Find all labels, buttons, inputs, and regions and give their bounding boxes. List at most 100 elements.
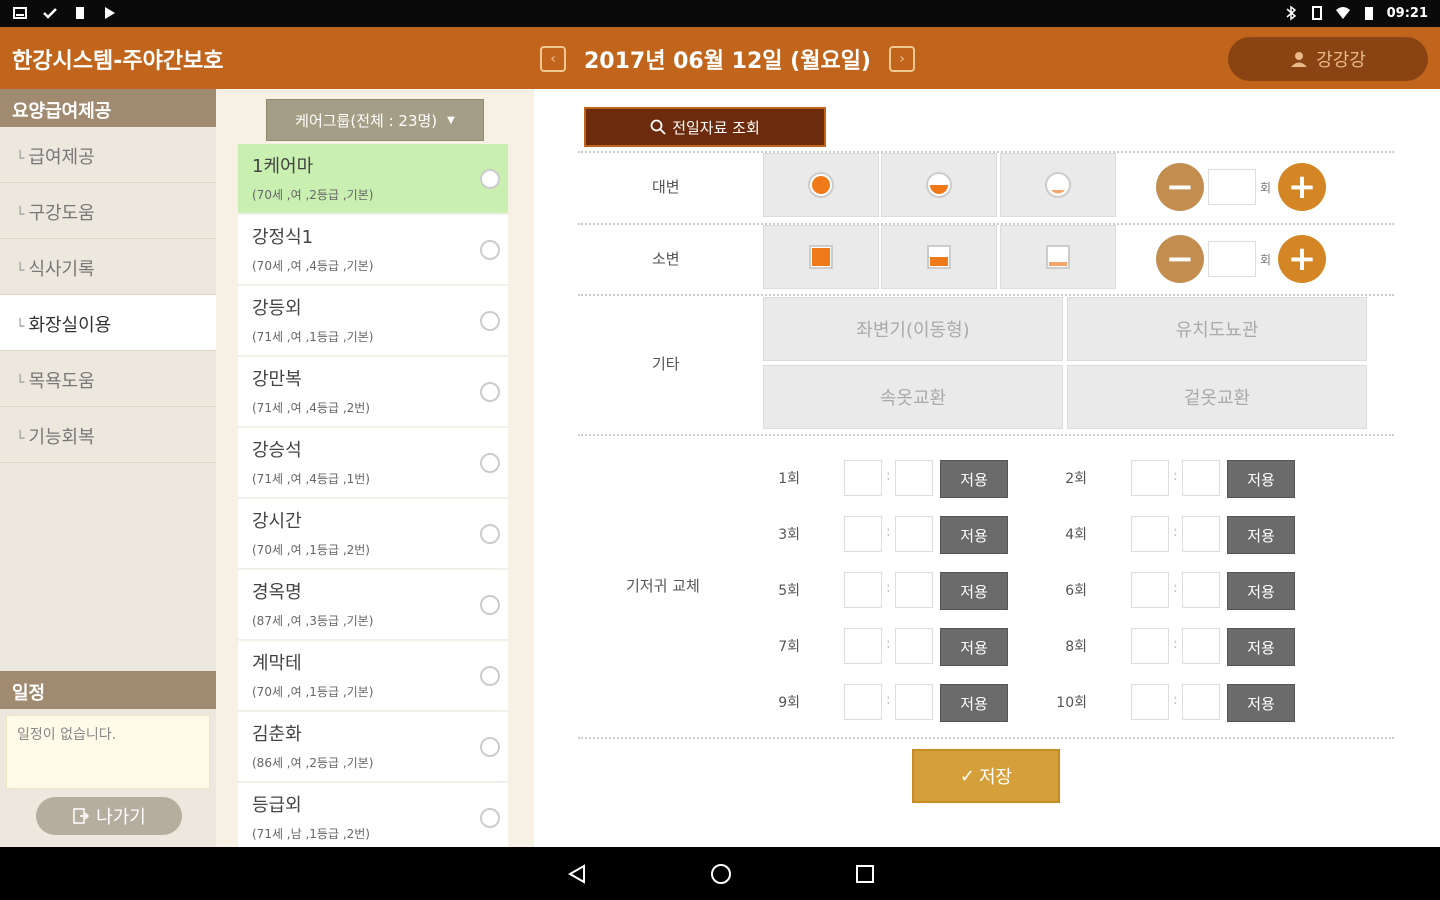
diaper-hour-input[interactable]	[844, 684, 882, 720]
select-radio-icon[interactable]	[480, 524, 500, 544]
select-radio-icon[interactable]	[480, 808, 500, 828]
diaper-apply-button[interactable]: 저용	[940, 684, 1008, 722]
diaper-minute-input[interactable]	[1182, 460, 1220, 496]
wifi-icon	[1335, 7, 1350, 19]
diaper-minute-input[interactable]	[1182, 572, 1220, 608]
care-info: (87세 ,여 ,3등급 ,기본)	[252, 614, 374, 628]
urine-minus-button[interactable]: −	[1156, 235, 1204, 283]
current-date: 2017년 06월 12일 (월요일)	[584, 49, 871, 74]
diaper-minute-input[interactable]	[1182, 628, 1220, 664]
select-radio-icon[interactable]	[480, 240, 500, 260]
diaper-hour-input[interactable]	[1131, 572, 1169, 608]
care-list-item[interactable]: 강정식1 (70세 ,여 ,4등급 ,기본)	[238, 215, 508, 285]
stool-full-option[interactable]	[763, 153, 879, 217]
diaper-minute-input[interactable]	[1182, 516, 1220, 552]
portable-toilet-option[interactable]: 좌변기(이동형)	[763, 297, 1063, 361]
diaper-minute-input[interactable]	[895, 516, 933, 552]
save-button[interactable]: ✓ 저장	[912, 749, 1060, 803]
user-button[interactable]: 강강강	[1228, 37, 1428, 81]
diaper-apply-button[interactable]: 저용	[1227, 572, 1295, 610]
diaper-minute-input[interactable]	[895, 572, 933, 608]
care-list-item[interactable]: 김춘화 (86세 ,여 ,2등급 ,기본)	[238, 712, 508, 782]
stool-minus-button[interactable]: −	[1156, 163, 1204, 211]
stool-count-input[interactable]	[1208, 169, 1256, 205]
diaper-slot-label: 1회	[778, 471, 800, 487]
care-list-item[interactable]: 등급외 (71세 ,남 ,1등급 ,2번)	[238, 783, 508, 847]
outerwear-change-option[interactable]: 겉옷교환	[1067, 365, 1367, 429]
urine-little-option[interactable]	[1000, 225, 1116, 289]
sd-card-icon	[76, 7, 84, 19]
schedule-title: 일정	[0, 671, 216, 709]
underwear-change-option[interactable]: 속옷교환	[763, 365, 1063, 429]
urine-half-option[interactable]	[881, 225, 997, 289]
stool-half-option[interactable]	[881, 153, 997, 217]
diaper-hour-input[interactable]	[1131, 516, 1169, 552]
diaper-minute-input[interactable]	[895, 460, 933, 496]
diaper-apply-button[interactable]: 저용	[940, 572, 1008, 610]
sidebar-item-oral-care[interactable]: └ 구강도움	[0, 183, 216, 239]
prev-date-button[interactable]: ‹	[540, 46, 566, 72]
diaper-hour-input[interactable]	[844, 516, 882, 552]
diaper-apply-button[interactable]: 저용	[1227, 460, 1295, 498]
time-separator: :	[886, 636, 891, 652]
care-name: 김춘화	[252, 724, 302, 745]
sidebar-item-recovery[interactable]: └ 기능회복	[0, 407, 216, 463]
diaper-minute-input[interactable]	[1182, 684, 1220, 720]
diaper-slot-label: 4회	[1065, 527, 1087, 543]
care-list-item[interactable]: 경옥명 (87세 ,여 ,3등급 ,기본)	[238, 570, 508, 640]
sidebar-item-toilet[interactable]: └ 화장실이용	[0, 295, 216, 351]
back-button[interactable]	[562, 859, 592, 889]
diaper-apply-button[interactable]: 저용	[1227, 516, 1295, 554]
select-radio-icon[interactable]	[480, 169, 500, 189]
care-name: 강정식1	[252, 227, 314, 248]
select-radio-icon[interactable]	[480, 737, 500, 757]
diaper-apply-button[interactable]: 저용	[940, 460, 1008, 498]
sidebar-item-benefit[interactable]: └ 급여제공	[0, 127, 216, 183]
care-list-item[interactable]: 강시간 (70세 ,여 ,1등급 ,2번)	[238, 499, 508, 569]
diaper-slot-label: 5회	[778, 583, 800, 599]
care-list: 케어그룹(전체 : 23명) ▼ 1케어마 (70세 ,여 ,2등급 ,기본) 강정…	[216, 89, 534, 847]
select-radio-icon[interactable]	[480, 311, 500, 331]
urine-full-icon	[809, 245, 833, 269]
diaper-apply-button[interactable]: 저용	[1227, 684, 1295, 722]
diaper-minute-input[interactable]	[895, 628, 933, 664]
care-list-item[interactable]: 강승석 (71세 ,여 ,4등급 ,1번)	[238, 428, 508, 498]
diaper-hour-input[interactable]	[1131, 628, 1169, 664]
diaper-hour-input[interactable]	[1131, 460, 1169, 496]
next-date-button[interactable]: ›	[889, 46, 915, 72]
urine-count-input[interactable]	[1208, 241, 1256, 277]
care-list-item[interactable]: 강만복 (71세 ,여 ,4등급 ,2번)	[238, 357, 508, 427]
diaper-hour-input[interactable]	[844, 572, 882, 608]
care-list-item[interactable]: 강등외 (71세 ,여 ,1등급 ,기본)	[238, 286, 508, 356]
stool-plus-button[interactable]: +	[1278, 163, 1326, 211]
care-list-item[interactable]: 1케어마 (70세 ,여 ,2등급 ,기본)	[238, 144, 508, 214]
urine-little-icon	[1046, 245, 1070, 269]
catheter-option[interactable]: 유치도뇨관	[1067, 297, 1367, 361]
exit-button[interactable]: 나가기	[36, 797, 182, 835]
urine-full-option[interactable]	[763, 225, 879, 289]
care-info: (71세 ,남 ,1등급 ,2번)	[252, 827, 370, 841]
select-radio-icon[interactable]	[480, 382, 500, 402]
diaper-hour-input[interactable]	[844, 460, 882, 496]
urine-plus-button[interactable]: +	[1278, 235, 1326, 283]
select-radio-icon[interactable]	[480, 595, 500, 615]
diaper-apply-button[interactable]: 저용	[940, 628, 1008, 666]
battery-icon	[1364, 7, 1373, 20]
sidebar-item-bath[interactable]: └ 목욕도움	[0, 351, 216, 407]
diaper-apply-button[interactable]: 저용	[1227, 628, 1295, 666]
select-radio-icon[interactable]	[480, 453, 500, 473]
diaper-minute-input[interactable]	[895, 684, 933, 720]
care-group-select[interactable]: 케어그룹(전체 : 23명) ▼	[266, 99, 484, 141]
select-radio-icon[interactable]	[480, 666, 500, 686]
diaper-apply-button[interactable]: 저용	[940, 516, 1008, 554]
sidebar-item-meal-record[interactable]: └ 식사기록	[0, 239, 216, 295]
diaper-hour-input[interactable]	[844, 628, 882, 664]
prev-data-button[interactable]: 전일자료 조회	[584, 107, 826, 147]
recents-button[interactable]	[850, 859, 880, 889]
care-list-item[interactable]: 계막테 (70세 ,여 ,1등급 ,기본)	[238, 641, 508, 711]
stool-little-option[interactable]	[1000, 153, 1116, 217]
diaper-hour-input[interactable]	[1131, 684, 1169, 720]
exit-icon	[73, 808, 90, 824]
plus-icon: +	[1287, 167, 1317, 207]
home-button[interactable]	[706, 859, 736, 889]
